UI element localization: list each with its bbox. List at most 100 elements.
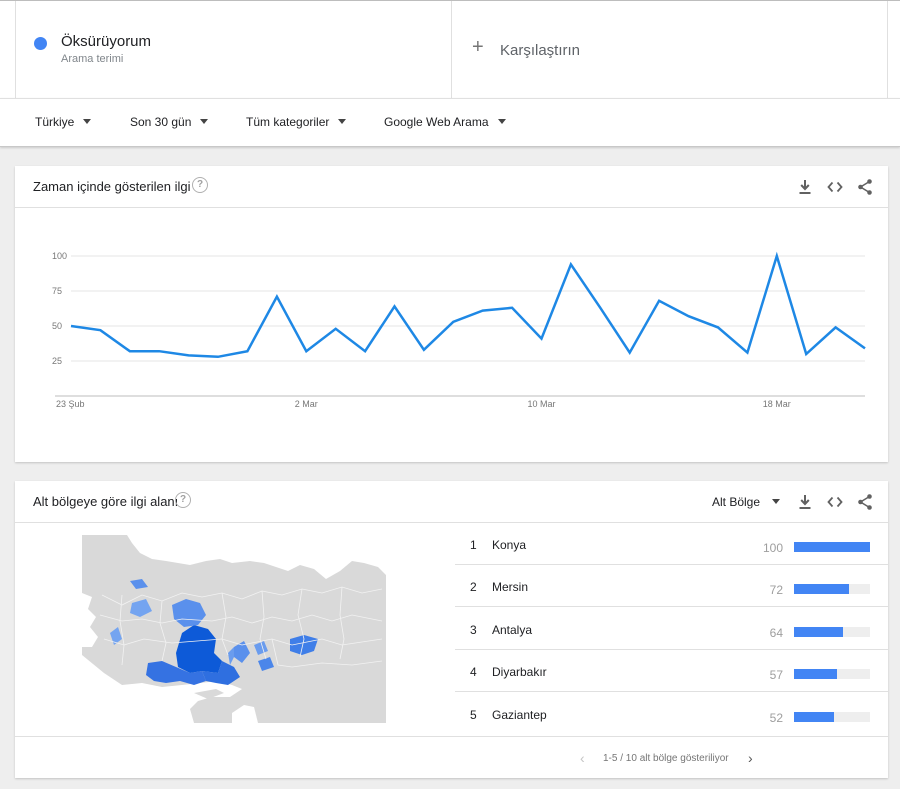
time-range-filter-label: Son 30 gün xyxy=(130,115,192,129)
chevron-right-icon[interactable]: › xyxy=(748,750,753,766)
list-item[interactable]: 3 Antalya 64 xyxy=(455,608,888,650)
card-header: Zaman içinde gösterilen ilgi ? xyxy=(15,166,888,208)
y-tick-label: 50 xyxy=(52,321,62,331)
dropdown-arrow-icon xyxy=(497,119,506,125)
data-point[interactable] xyxy=(597,305,603,311)
data-point[interactable] xyxy=(186,352,192,358)
data-point[interactable] xyxy=(68,323,74,329)
value-bar-track xyxy=(794,542,870,552)
data-point[interactable] xyxy=(627,350,633,356)
turkey-subregion-map[interactable] xyxy=(82,535,386,723)
card-title: Zaman içinde gösterilen ilgi xyxy=(33,179,191,194)
y-tick-label: 75 xyxy=(52,286,62,296)
value-bar xyxy=(794,584,849,594)
download-icon[interactable] xyxy=(796,493,814,511)
data-point[interactable] xyxy=(656,298,662,304)
dropdown-arrow-icon xyxy=(772,499,781,505)
data-point[interactable] xyxy=(833,324,839,330)
share-icon[interactable] xyxy=(856,178,874,196)
y-tick-label: 25 xyxy=(52,356,62,366)
region-name[interactable]: Diyarbakır xyxy=(492,665,547,679)
x-tick-label: 2 Mar xyxy=(295,399,318,409)
value-bar xyxy=(794,542,870,552)
value-bar xyxy=(794,627,843,637)
data-point[interactable] xyxy=(862,345,868,351)
data-point[interactable] xyxy=(97,327,103,333)
card-header: Alt bölgeye göre ilgi alanı ? Alt Bölge xyxy=(15,481,888,523)
region-value: 57 xyxy=(769,668,783,682)
card-title: Alt bölgeye göre ilgi alanı xyxy=(33,494,179,509)
value-bar xyxy=(794,669,838,679)
data-point[interactable] xyxy=(156,348,162,354)
data-point[interactable] xyxy=(391,303,397,309)
region-name[interactable]: Konya xyxy=(492,538,526,552)
data-point[interactable] xyxy=(450,319,456,325)
data-point[interactable] xyxy=(127,348,133,354)
region-name[interactable]: Mersin xyxy=(492,580,528,594)
data-point[interactable] xyxy=(539,336,545,342)
data-point[interactable] xyxy=(215,354,221,360)
region-name[interactable]: Antalya xyxy=(492,623,532,637)
data-point[interactable] xyxy=(744,350,750,356)
data-point[interactable] xyxy=(686,313,692,319)
data-point[interactable] xyxy=(568,261,574,267)
dropdown-arrow-icon xyxy=(200,119,209,125)
series-line[interactable] xyxy=(70,251,866,359)
download-icon[interactable] xyxy=(796,178,814,196)
interest-over-time-card: Zaman içinde gösterilen ilgi ? 25 50 75 100… xyxy=(15,166,888,462)
share-icon[interactable] xyxy=(856,493,874,511)
help-icon[interactable]: ? xyxy=(175,492,191,508)
search-type-filter[interactable]: Google Web Arama xyxy=(384,115,506,129)
embed-icon[interactable] xyxy=(826,178,844,196)
filter-bar: Türkiye Son 30 gün Tüm kategoriler Googl… xyxy=(0,98,900,147)
region-value: 72 xyxy=(769,583,783,597)
embed-icon[interactable] xyxy=(826,493,844,511)
compare-label: Karşılaştırın xyxy=(500,42,581,59)
value-bar-track xyxy=(794,712,870,722)
dropdown-arrow-icon xyxy=(338,119,347,125)
rank-number: 2 xyxy=(470,580,477,594)
rank-number: 1 xyxy=(470,538,477,552)
value-bar-track xyxy=(794,584,870,594)
search-term-name[interactable]: Öksürüyorum xyxy=(61,33,151,50)
data-point[interactable] xyxy=(333,326,339,332)
interest-line-chart: 25 50 75 100 23 Şub 2 Mar 10 Mar 18 Mar xyxy=(52,251,868,409)
region-filter[interactable]: Türkiye xyxy=(35,115,92,129)
data-point[interactable] xyxy=(509,305,515,311)
search-term-card[interactable]: Öksürüyorum Arama terimi xyxy=(15,1,452,98)
list-item[interactable]: 4 Diyarbakır 57 xyxy=(455,650,888,692)
help-icon[interactable]: ? xyxy=(192,177,208,193)
data-point[interactable] xyxy=(715,324,721,330)
pagination-status: 1-5 / 10 alt bölge gösteriliyor xyxy=(603,753,729,764)
data-point[interactable] xyxy=(480,308,486,314)
value-bar xyxy=(794,712,834,722)
plus-icon: + xyxy=(472,36,484,58)
search-term-type: Arama terimi xyxy=(61,53,124,65)
data-point[interactable] xyxy=(244,348,250,354)
region-value: 64 xyxy=(769,626,783,640)
region-value: 100 xyxy=(762,541,783,555)
dropdown-arrow-icon xyxy=(83,119,92,125)
data-point[interactable] xyxy=(274,294,280,300)
data-point[interactable] xyxy=(421,347,427,353)
data-point[interactable] xyxy=(362,348,368,354)
list-item[interactable]: 5 Gaziantep 52 xyxy=(455,693,888,735)
resolution-select[interactable]: Alt Bölge xyxy=(712,495,781,509)
x-tick-label: 18 Mar xyxy=(763,399,791,409)
data-point[interactable] xyxy=(774,253,780,259)
data-point[interactable] xyxy=(803,351,809,357)
list-item[interactable]: 1 Konya 100 xyxy=(455,523,888,565)
time-range-filter[interactable]: Son 30 gün xyxy=(130,115,209,129)
rank-number: 3 xyxy=(470,623,477,637)
pagination: ‹ 1-5 / 10 alt bölge gösteriliyor › xyxy=(15,736,888,778)
list-item[interactable]: 2 Mersin 72 xyxy=(455,565,888,607)
search-type-filter-label: Google Web Arama xyxy=(384,115,489,129)
category-filter[interactable]: Tüm kategoriler xyxy=(246,115,347,129)
region-name[interactable]: Gaziantep xyxy=(492,708,547,722)
compare-button[interactable]: + Karşılaştırın xyxy=(452,1,888,98)
x-tick-label: 10 Mar xyxy=(528,399,556,409)
rank-number: 4 xyxy=(470,665,477,679)
data-point[interactable] xyxy=(303,348,309,354)
term-color-dot xyxy=(34,37,47,50)
chevron-left-icon[interactable]: ‹ xyxy=(580,750,585,766)
